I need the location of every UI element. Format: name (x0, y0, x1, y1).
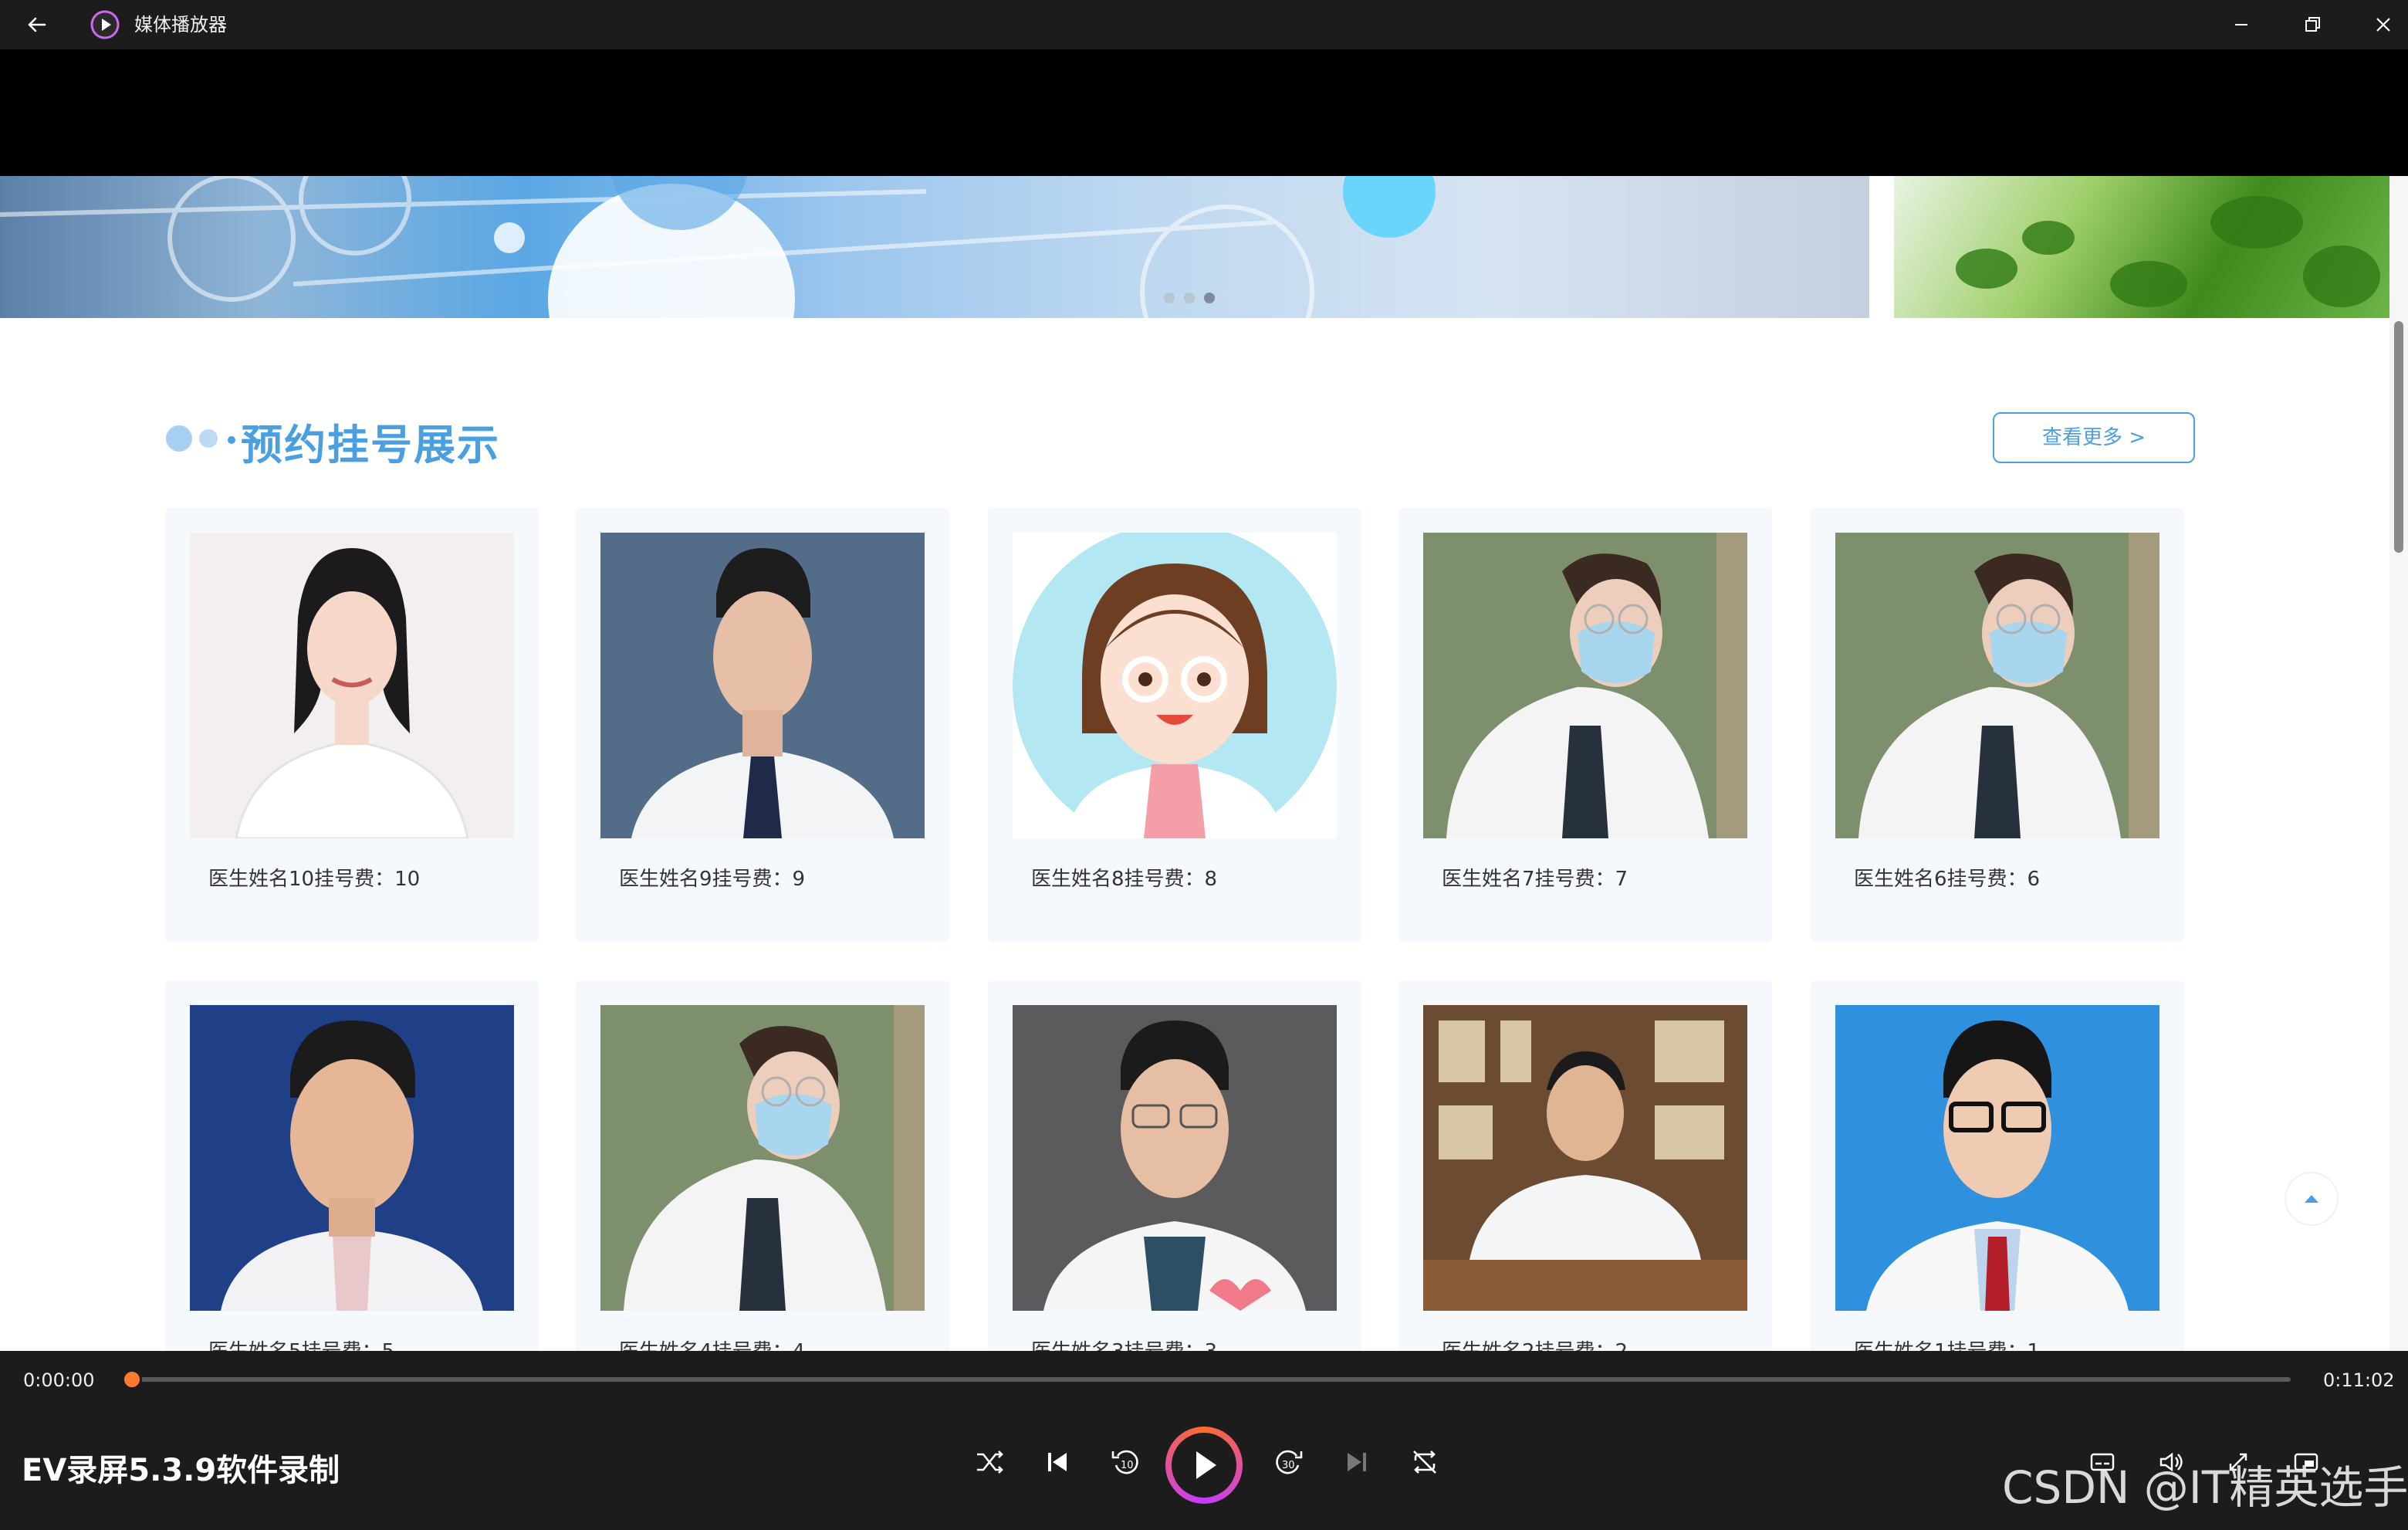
doctor-caption: 医生姓名3挂号费：3 (1031, 1335, 1217, 1351)
player-controls: 0:00:00 0:11:02 EV录屏5.3.9软件录制 10 30 CSDN… (0, 1351, 2408, 1530)
media-player-app-icon (90, 9, 120, 40)
doctor-caption: 医生姓名5挂号费：5 (208, 1335, 394, 1351)
current-time: 0:00:00 (23, 1369, 95, 1391)
repeat-icon[interactable] (1406, 1444, 1443, 1481)
banner-carousel-dots[interactable] (1164, 292, 1224, 304)
banner-image-plants[interactable] (1894, 176, 2389, 318)
window-title: 媒体播放器 (134, 14, 227, 36)
doctor-card[interactable]: 医生姓名5挂号费：5 (165, 980, 539, 1351)
view-more-button[interactable]: 查看更多 > (1993, 412, 2195, 463)
doctor-card[interactable]: 医生姓名2挂号费：2 (1398, 980, 1772, 1351)
doctor-card[interactable]: 医生姓名3挂号费：3 (988, 980, 1361, 1351)
section-title: 预约挂号展示 (241, 421, 500, 469)
forward-30-icon[interactable]: 30 (1270, 1444, 1307, 1481)
doctor-photo[interactable] (190, 1005, 514, 1311)
previous-icon[interactable] (1039, 1444, 1076, 1481)
play-icon[interactable] (1172, 1433, 1236, 1498)
seek-bar-thumb[interactable] (122, 1369, 142, 1390)
doctor-photo[interactable] (600, 533, 925, 838)
doctor-card[interactable]: 医生姓名7挂号费：7 (1398, 508, 1772, 942)
doctor-photo[interactable] (1013, 1005, 1337, 1311)
seek-bar[interactable] (133, 1377, 2291, 1382)
doctor-photo[interactable] (1835, 1005, 2159, 1311)
doctor-photo[interactable] (1013, 533, 1337, 838)
total-time: 0:11:02 (2323, 1369, 2395, 1391)
watermark-text: CSDN @IT精英选手 (2002, 1461, 2408, 1514)
doctor-photo[interactable] (1423, 1005, 1747, 1311)
doctor-caption: 医生姓名1挂号费：1 (1854, 1335, 2040, 1351)
page-scrollbar[interactable] (2389, 176, 2408, 1351)
recorder-label: EV录屏5.3.9软件录制 (22, 1453, 340, 1488)
doctor-card[interactable]: 医生姓名9挂号费：9 (576, 508, 949, 942)
restore-icon[interactable] (2297, 9, 2328, 40)
doctor-caption: 医生姓名6挂号费：6 (1854, 868, 2041, 891)
recorded-webpage: 预约挂号展示 查看更多 > 医生姓名10挂号费：10 医生姓名9挂号费：9 医生… (0, 176, 2389, 1351)
back-arrow-icon[interactable] (22, 9, 52, 40)
doctor-photo[interactable] (1835, 533, 2159, 838)
doctor-photo[interactable] (190, 533, 514, 838)
banner-image-medical[interactable] (0, 176, 1869, 318)
scrollbar-thumb[interactable] (2394, 321, 2403, 553)
svg-text:30: 30 (1282, 1460, 1295, 1471)
doctor-caption: 医生姓名4挂号费：4 (619, 1335, 805, 1351)
doctor-caption: 医生姓名10挂号费：10 (208, 868, 421, 891)
play-button[interactable] (1165, 1427, 1243, 1504)
carousel-dot[interactable] (1184, 293, 1195, 303)
bubbles-decoration-icon (165, 423, 242, 454)
video-letterbox (0, 49, 2408, 176)
doctor-caption: 医生姓名8挂号费：8 (1031, 868, 1218, 891)
minimize-icon[interactable] (2226, 9, 2257, 40)
svg-text:10: 10 (1121, 1460, 1134, 1471)
rewind-10-icon[interactable]: 10 (1107, 1444, 1144, 1481)
close-icon[interactable] (2368, 9, 2399, 40)
doctor-card[interactable]: 医生姓名1挂号费：1 (1811, 980, 2184, 1351)
doctor-caption: 医生姓名7挂号费：7 (1442, 868, 1628, 891)
doctor-card[interactable]: 医生姓名4挂号费：4 (576, 980, 949, 1351)
back-to-top-button[interactable] (2285, 1172, 2339, 1226)
doctor-photo[interactable] (1423, 533, 1747, 838)
doctor-caption: 医生姓名2挂号费：2 (1442, 1335, 1628, 1351)
carousel-dot-active[interactable] (1204, 293, 1215, 303)
next-icon[interactable] (1338, 1444, 1375, 1481)
doctor-card[interactable]: 医生姓名10挂号费：10 (165, 508, 539, 942)
doctor-caption: 医生姓名9挂号费：9 (619, 868, 806, 891)
doctor-card[interactable]: 医生姓名8挂号费：8 (988, 508, 1361, 942)
carousel-dot[interactable] (1164, 293, 1175, 303)
doctor-card[interactable]: 医生姓名6挂号费：6 (1811, 508, 2184, 942)
shuffle-icon[interactable] (971, 1444, 1008, 1481)
window-titlebar: 媒体播放器 (0, 0, 2408, 49)
doctor-photo[interactable] (600, 1005, 925, 1311)
